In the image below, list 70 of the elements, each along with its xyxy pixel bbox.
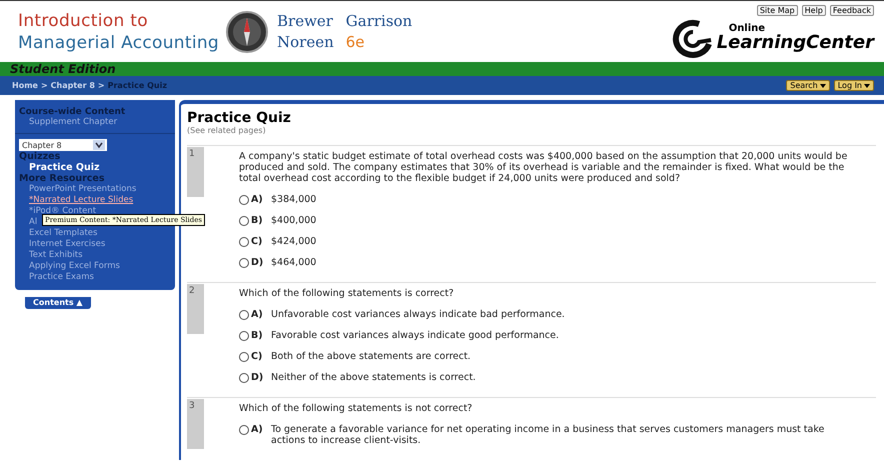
option-text: $424,000: [271, 236, 318, 247]
logo-text: Online LearningCenter: [716, 24, 874, 52]
radio-button[interactable]: [239, 195, 249, 205]
option-letter: C): [251, 351, 264, 362]
radio-button[interactable]: [239, 258, 249, 268]
option-letter: C): [251, 236, 264, 247]
option-letter: B): [251, 330, 264, 341]
top-link[interactable]: Help: [802, 5, 826, 16]
sidebar-heading: Course-wide Content: [19, 107, 126, 117]
option-letter: A): [251, 194, 264, 205]
sidebar-item[interactable]: Practice Exams: [19, 272, 171, 283]
page-title: Practice Quiz: [187, 110, 292, 126]
option-text: $464,000: [271, 257, 318, 268]
site-title: Introduction to Managerial Accounting: [18, 10, 220, 54]
question-number: 1: [187, 147, 204, 197]
sidebar-group-title: Quizzes: [19, 151, 62, 162]
dropdown-arrow-icon: [93, 140, 105, 150]
contents-tab[interactable]: Contents ▲: [25, 297, 91, 309]
breadcrumb-link[interactable]: Home: [12, 81, 38, 90]
option-text: Unfavorable cost variances always indicate bad performance.: [271, 309, 566, 320]
sidebar-link[interactable]: Supplement Chapter: [19, 117, 171, 127]
option-letter: B): [251, 215, 264, 226]
radio-button[interactable]: [239, 425, 249, 435]
sidebar-item[interactable]: *Narrated Lecture Slides: [19, 195, 171, 206]
option-letter: D): [251, 372, 264, 383]
sidebar-item[interactable]: Applying Excel Forms: [19, 261, 171, 272]
option-text: $384,000: [271, 194, 318, 205]
question-number: 2: [187, 284, 204, 334]
sidebar-item[interactable]: Practice Quiz: [19, 162, 171, 173]
breadcrumb-link[interactable]: Chapter 8: [50, 81, 95, 90]
radio-button[interactable]: [239, 237, 249, 247]
option-text: $400,000: [271, 215, 318, 226]
radio-button[interactable]: [239, 352, 249, 362]
menu-button[interactable]: Search: [786, 80, 830, 91]
option-text: To generate a favorable variance for net operating income in a business that serves customers managers must take actions to increase client-visits.: [271, 424, 826, 446]
chapter-dropdown[interactable]: Chapter 8: [19, 139, 107, 151]
option-letter: A): [251, 424, 264, 435]
caret-icon: [864, 84, 870, 88]
related-pages-link[interactable]: (See related pages): [187, 126, 876, 135]
radio-button[interactable]: [239, 373, 249, 383]
option-text: Favorable cost variances always indicate good performance.: [271, 330, 560, 341]
question-text: Which of the following statements is correct?: [239, 288, 455, 299]
menu-button[interactable]: Log In: [834, 80, 874, 91]
sidebar-item[interactable]: Excel Templates: [19, 228, 171, 239]
option-letter: D): [251, 257, 264, 268]
caret-icon: [820, 84, 826, 88]
question-number: 3: [187, 399, 204, 449]
question-text: Which of the following statements is not correct?: [239, 403, 474, 414]
top-link[interactable]: Feedback: [830, 5, 874, 16]
compass-icon: [225, 10, 270, 54]
author-name: Garrison: [346, 10, 412, 32]
sidebar-item[interactable]: *iPod® Content: [19, 206, 171, 217]
breadcrumb-separator: >: [40, 81, 48, 90]
edition-bar: Student Edition: [0, 62, 884, 76]
edition-label: 6e: [346, 32, 366, 52]
sidebar-group-title: More Resources: [19, 173, 106, 184]
breadcrumb-separator: >: [98, 81, 105, 90]
sidebar-item[interactable]: PowerPoint Presentations: [19, 184, 171, 195]
sidebar-item[interactable]: Internet Exercises: [19, 239, 171, 250]
radio-button[interactable]: [239, 310, 249, 320]
radio-button[interactable]: [239, 331, 249, 341]
author-name: Noreen: [277, 32, 334, 52]
option-text: Neither of the above statements is correct.: [271, 372, 477, 383]
question-text: A company's static budget estimate of total overhead costs was $400,000 based on the assumption that 20,000 units would be produced and sold. The company estimates that 30% of its overhead is variable and the remainder is fixed. What would be the total overhead cost according to the flexible budget if 24,000 units were produced and sold?: [239, 151, 848, 184]
top-link[interactable]: Site Map: [756, 5, 798, 16]
option-letter: A): [251, 309, 264, 320]
radio-button[interactable]: [239, 216, 249, 226]
option-text: Both of the above statements are correct.: [271, 351, 472, 362]
sidebar-item[interactable]: Text Exhibits: [19, 250, 171, 261]
author-name: Brewer: [277, 10, 334, 32]
